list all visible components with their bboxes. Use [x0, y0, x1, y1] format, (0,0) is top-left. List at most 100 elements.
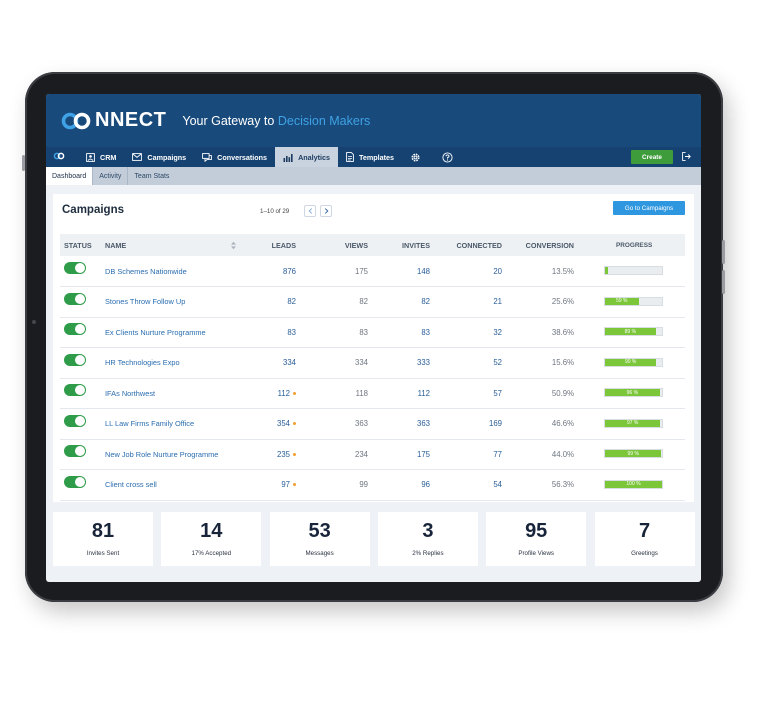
table-header: STATUS NAME LEADS VIEWS INVITES CONNECTE…: [60, 234, 685, 256]
pager-prev-button[interactable]: [304, 205, 316, 217]
leads-value: 82: [287, 297, 296, 306]
subtab-activity[interactable]: Activity: [93, 167, 129, 185]
stat-tile: 7 Greetings: [594, 512, 695, 566]
connected-value[interactable]: 57: [442, 378, 502, 408]
leads-cell[interactable]: 83: [256, 317, 296, 347]
nav-home-logo[interactable]: [46, 147, 78, 167]
table-row[interactable]: DB Schemes Nationwide 876 175 148 20 13.5%: [60, 256, 685, 287]
nav-settings[interactable]: [402, 147, 434, 167]
nav-analytics[interactable]: Analytics: [275, 147, 339, 167]
stat-value: 3: [422, 520, 434, 542]
connected-value[interactable]: 32: [442, 317, 502, 347]
col-conversion[interactable]: CONVERSION: [512, 234, 574, 256]
go-to-campaigns-button[interactable]: Go to Campaigns: [613, 201, 685, 215]
leads-cell[interactable]: 82: [256, 287, 296, 317]
connected-value[interactable]: 77: [442, 439, 502, 469]
campaigns-title: Campaigns: [62, 204, 124, 216]
col-name[interactable]: NAME: [105, 234, 126, 256]
status-toggle[interactable]: [64, 262, 86, 274]
table-row[interactable]: HR Technologies Expo 334 334 333 52 15.6% 90 %: [60, 348, 685, 379]
connected-value[interactable]: 52: [442, 348, 502, 378]
invites-value[interactable]: 112: [380, 378, 430, 408]
views-value: 175: [354, 266, 368, 276]
table-row[interactable]: New Job Role Nurture Programme 235 234 175 7…: [60, 439, 685, 470]
nav-campaigns[interactable]: Campaigns: [124, 147, 194, 167]
col-status[interactable]: STATUS: [64, 234, 92, 256]
table-row[interactable]: LL Law Firms Family Office 354 363 363 169 46…: [60, 409, 685, 440]
conversion-value: 56.3%: [551, 480, 574, 489]
status-toggle[interactable]: [64, 384, 86, 396]
connect-logo[interactable]: NNECT: [60, 109, 166, 132]
invites-value[interactable]: 363: [380, 409, 430, 439]
table-row[interactable]: Stones Throw Follow Up 82 82 82 21 25.6% 59 %: [60, 287, 685, 318]
warning-dot-icon: [293, 452, 296, 456]
stat-label: Greetings: [631, 550, 658, 557]
connected-value[interactable]: 54: [442, 470, 502, 500]
toggle-knob: [75, 354, 85, 365]
logout-icon[interactable]: [682, 148, 691, 166]
status-toggle[interactable]: [64, 292, 86, 305]
tablet-side-button: [722, 240, 725, 264]
views-value: 83: [359, 327, 368, 337]
invites-value[interactable]: 96: [380, 470, 430, 500]
tablet-side-button: [722, 270, 725, 294]
col-views[interactable]: VIEWS: [330, 234, 368, 256]
invites-value[interactable]: 333: [380, 348, 430, 378]
progress-label: 89 %: [624, 328, 637, 335]
status-toggle[interactable]: [64, 475, 86, 488]
nav-right-group: Create: [631, 147, 691, 167]
connected-value[interactable]: 20: [442, 256, 502, 286]
status-toggle[interactable]: [64, 353, 86, 366]
leads-cell[interactable]: 334: [256, 348, 296, 378]
table-row[interactable]: Ex Clients Nurture Programme 83 83 83 32 38.6…: [60, 317, 685, 348]
subtab-team-stats[interactable]: Team Stats: [128, 167, 175, 185]
status-toggle[interactable]: [64, 323, 86, 335]
progress-fill: 59 %: [605, 297, 639, 305]
leads-cell[interactable]: 876: [256, 256, 296, 286]
nav-conversations[interactable]: Conversations: [194, 147, 275, 167]
connected-value[interactable]: 21: [442, 287, 502, 317]
stat-value: 14: [200, 520, 223, 542]
nav-templates-label: Templates: [359, 152, 395, 162]
tagline-prefix: Your Gateway to: [182, 113, 275, 128]
col-invites[interactable]: INVITES: [380, 234, 430, 256]
campaign-name-link[interactable]: HR Technologies Expo: [105, 348, 180, 378]
leads-value: 876: [282, 266, 296, 276]
campaign-name-link[interactable]: New Job Role Nurture Programme: [105, 439, 218, 469]
leads-cell[interactable]: 354: [256, 409, 296, 439]
leads-cell[interactable]: 235: [256, 439, 296, 469]
toggle-knob: [75, 476, 85, 487]
campaign-name-link[interactable]: Client cross sell: [105, 470, 157, 500]
status-toggle[interactable]: [64, 445, 86, 457]
status-toggle[interactable]: [64, 414, 86, 427]
sort-icon[interactable]: [230, 234, 237, 256]
tagline: Your Gateway to Decision Makers: [182, 114, 370, 128]
connected-value[interactable]: 169: [442, 409, 502, 439]
invites-value[interactable]: 82: [380, 287, 430, 317]
invites-value[interactable]: 83: [380, 317, 430, 347]
leads-cell[interactable]: 112: [256, 378, 296, 408]
subtab-dashboard[interactable]: Dashboard: [46, 167, 94, 185]
campaign-name-link[interactable]: DB Schemes Nationwide: [105, 256, 187, 286]
leads-cell[interactable]: 97: [256, 470, 296, 500]
chat-icon: [202, 152, 212, 162]
col-leads[interactable]: LEADS: [260, 234, 296, 256]
nav-templates[interactable]: Templates: [338, 147, 402, 167]
toggle-knob: [75, 293, 85, 304]
col-connected[interactable]: CONNECTED: [442, 234, 502, 256]
campaign-name-link[interactable]: Ex Clients Nurture Programme: [105, 317, 206, 347]
conversion-value: 46.6%: [551, 419, 574, 428]
leads-value: 235: [276, 449, 290, 459]
create-button[interactable]: Create: [631, 150, 673, 164]
nav-help[interactable]: [434, 147, 466, 167]
table-row[interactable]: IFAs Northwest 112 118 112 57 50.9% 96 %: [60, 378, 685, 409]
campaign-name-link[interactable]: IFAs Northwest: [105, 378, 155, 408]
invites-value[interactable]: 175: [380, 439, 430, 469]
campaign-name-link[interactable]: Stones Throw Follow Up: [105, 287, 185, 317]
table-row[interactable]: Client cross sell 97 99 96 54 56.3% 100 %: [60, 470, 685, 501]
leads-value: 97: [281, 480, 290, 489]
invites-value[interactable]: 148: [380, 256, 430, 286]
campaign-name-link[interactable]: LL Law Firms Family Office: [105, 409, 194, 439]
nav-crm[interactable]: CRM: [78, 147, 124, 167]
pager-next-button[interactable]: [320, 205, 332, 217]
